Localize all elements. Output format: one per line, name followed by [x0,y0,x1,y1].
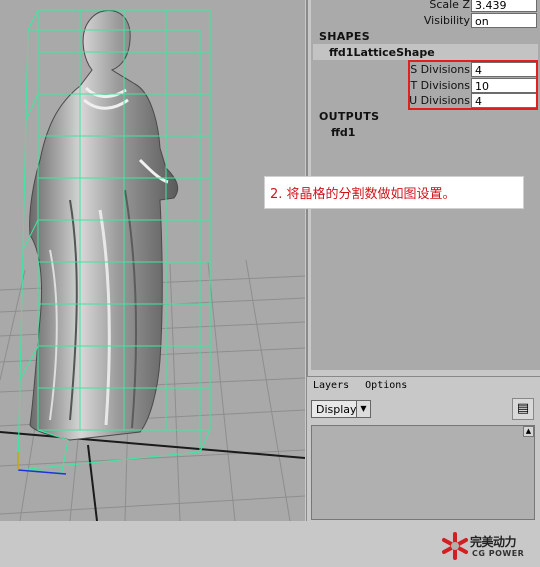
layer-list[interactable]: ▲ 完美动力 CG POWER [311,425,535,560]
divisions-highlight-box [408,60,538,110]
logo-star-icon [442,532,468,560]
scale-z-label: Scale Z [429,0,470,11]
perspective-viewport[interactable] [0,0,305,521]
viewport-scene [0,9,305,521]
visibility-row: Visibility on [311,13,540,29]
visibility-field[interactable]: on [471,13,537,28]
scale-z-field[interactable]: 3.439 [471,0,537,12]
cgpower-logo: 完美动力 CG POWER [442,529,540,567]
tutorial-annotation: 2. 将晶格的分割数做如图设置。 [264,176,524,209]
layer-editor: Layers Options Display ▼ ▤ ▲ 完美动力 CG POW… [307,376,540,560]
display-dropdown-value: Display [316,403,357,416]
outputs-header: OUTPUTS [319,110,380,123]
annotation-text: 2. 将晶格的分割数做如图设置。 [270,187,456,202]
output-node-label[interactable]: ffd1 [331,126,355,139]
layer-stack-icon: ▤ [516,401,530,416]
shape-node-label: ffd1LatticeShape [329,46,435,59]
scale-z-row: Scale Z 3.439 [311,0,540,13]
statue-model [29,10,179,441]
grid-axis [0,431,305,521]
display-dropdown[interactable]: Display ▼ [311,400,371,418]
chevron-down-icon: ▼ [356,401,370,417]
visibility-label: Visibility [423,14,470,27]
menu-options[interactable]: Options [365,380,407,391]
scroll-up-arrow-icon[interactable]: ▲ [523,426,534,437]
new-layer-button[interactable]: ▤ [512,398,534,420]
menu-layers[interactable]: Layers [313,380,349,391]
layer-menu-bar: Layers Options [313,380,417,391]
logo-subtitle: CG POWER [472,549,525,558]
logo-title: 完美动力 [470,535,517,549]
shapes-header: SHAPES [319,30,370,43]
shape-node-bar[interactable]: ffd1LatticeShape [313,44,538,60]
